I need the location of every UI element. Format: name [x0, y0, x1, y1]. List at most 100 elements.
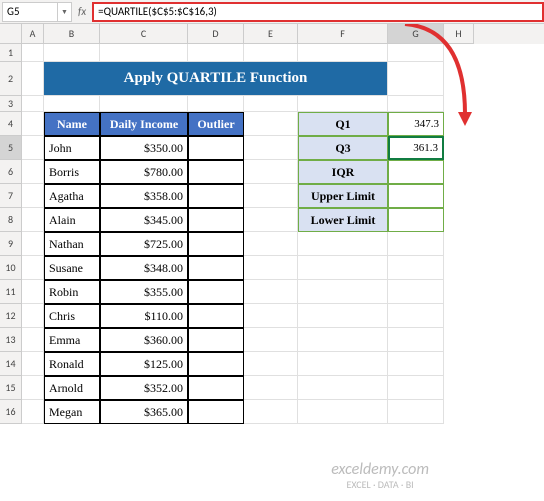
table-cell-income[interactable]: $110.00 — [100, 304, 188, 328]
table-cell-income[interactable]: $350.00 — [100, 136, 188, 160]
table-cell-outlier[interactable] — [188, 376, 244, 400]
cell[interactable] — [22, 112, 44, 136]
table-cell-income[interactable]: $348.00 — [100, 256, 188, 280]
col-header-h[interactable]: H — [444, 24, 474, 44]
cell[interactable] — [22, 208, 44, 232]
cell[interactable] — [298, 232, 388, 256]
table-cell-outlier[interactable] — [188, 256, 244, 280]
cell[interactable] — [22, 256, 44, 280]
cell[interactable] — [244, 328, 298, 352]
row-header-15[interactable]: 15 — [0, 376, 22, 400]
cell[interactable] — [22, 232, 44, 256]
table-cell-outlier[interactable] — [188, 328, 244, 352]
table-cell-name[interactable]: Agatha — [44, 184, 100, 208]
row-header-13[interactable]: 13 — [0, 328, 22, 352]
row-header-14[interactable]: 14 — [0, 352, 22, 376]
table-cell-name[interactable]: Robin — [44, 280, 100, 304]
cell[interactable] — [244, 232, 298, 256]
table-cell-income[interactable]: $355.00 — [100, 280, 188, 304]
cell[interactable] — [22, 352, 44, 376]
row-header-4[interactable]: 4 — [0, 112, 22, 136]
table-cell-outlier[interactable] — [188, 184, 244, 208]
cell[interactable] — [388, 376, 444, 400]
cell[interactable] — [388, 304, 444, 328]
cell[interactable] — [22, 136, 44, 160]
table-cell-name[interactable]: Megan — [44, 400, 100, 424]
table-cell-outlier[interactable] — [188, 304, 244, 328]
cell[interactable] — [298, 400, 388, 424]
cell[interactable] — [388, 328, 444, 352]
row-header-3[interactable]: 3 — [0, 96, 22, 112]
table-cell-name[interactable]: Emma — [44, 328, 100, 352]
cell[interactable] — [298, 304, 388, 328]
table-cell-income[interactable]: $345.00 — [100, 208, 188, 232]
calc-val-q1[interactable]: 347.3 — [388, 112, 444, 136]
cell[interactable] — [298, 280, 388, 304]
col-header-e[interactable]: E — [244, 24, 298, 44]
cell[interactable] — [244, 136, 298, 160]
cell[interactable] — [188, 96, 244, 112]
table-cell-income[interactable]: $780.00 — [100, 160, 188, 184]
table-header-outlier[interactable]: Outlier — [188, 112, 244, 136]
cell[interactable] — [22, 304, 44, 328]
cell[interactable] — [244, 304, 298, 328]
table-header-name[interactable]: Name — [44, 112, 100, 136]
row-header-8[interactable]: 8 — [0, 208, 22, 232]
table-cell-name[interactable]: Ronald — [44, 352, 100, 376]
calc-label-iqr[interactable]: IQR — [298, 160, 388, 184]
row-header-9[interactable]: 9 — [0, 232, 22, 256]
title-cell[interactable]: Apply QUARTILE Function — [44, 62, 388, 96]
table-cell-outlier[interactable] — [188, 280, 244, 304]
calc-label-lower[interactable]: Lower Limit — [298, 208, 388, 232]
calc-label-q3[interactable]: Q3 — [298, 136, 388, 160]
cell[interactable] — [388, 352, 444, 376]
table-cell-name[interactable]: Borris — [44, 160, 100, 184]
table-cell-outlier[interactable] — [188, 160, 244, 184]
cell[interactable] — [44, 44, 100, 62]
cell[interactable] — [100, 44, 188, 62]
row-header-16[interactable]: 16 — [0, 400, 22, 424]
name-box-dropdown-icon[interactable]: ▼ — [58, 2, 72, 22]
cell[interactable] — [244, 184, 298, 208]
cell[interactable] — [22, 400, 44, 424]
table-cell-income[interactable]: $725.00 — [100, 232, 188, 256]
cell[interactable] — [22, 160, 44, 184]
cell[interactable] — [22, 96, 44, 112]
cell[interactable] — [100, 96, 188, 112]
row-header-5[interactable]: 5 — [0, 136, 22, 160]
cell[interactable] — [22, 328, 44, 352]
col-header-c[interactable]: C — [100, 24, 188, 44]
calc-val-iqr[interactable] — [388, 160, 444, 184]
cell[interactable] — [44, 96, 100, 112]
cell[interactable] — [388, 62, 444, 96]
cell[interactable] — [188, 44, 244, 62]
table-cell-name[interactable]: Alain — [44, 208, 100, 232]
cell[interactable] — [244, 96, 298, 112]
table-cell-name[interactable]: John — [44, 136, 100, 160]
cell[interactable] — [388, 280, 444, 304]
col-header-g[interactable]: G — [388, 24, 444, 44]
table-cell-outlier[interactable] — [188, 232, 244, 256]
table-cell-outlier[interactable] — [188, 400, 244, 424]
table-cell-income[interactable]: $125.00 — [100, 352, 188, 376]
row-header-6[interactable]: 6 — [0, 160, 22, 184]
cell[interactable] — [244, 280, 298, 304]
cell[interactable] — [22, 280, 44, 304]
cell[interactable] — [244, 352, 298, 376]
cell[interactable] — [244, 376, 298, 400]
cell[interactable] — [388, 44, 444, 62]
row-header-12[interactable]: 12 — [0, 304, 22, 328]
formula-bar[interactable]: =QUARTILE($C$5:$C$16,3) — [92, 2, 544, 22]
calc-label-upper[interactable]: Upper Limit — [298, 184, 388, 208]
col-header-b[interactable]: B — [44, 24, 100, 44]
cell[interactable] — [244, 160, 298, 184]
col-header-a[interactable]: A — [22, 24, 44, 44]
cell[interactable] — [22, 376, 44, 400]
cell[interactable] — [298, 328, 388, 352]
calc-val-lower[interactable] — [388, 208, 444, 232]
cell[interactable] — [388, 232, 444, 256]
row-header-10[interactable]: 10 — [0, 256, 22, 280]
table-cell-income[interactable]: $365.00 — [100, 400, 188, 424]
cell[interactable] — [244, 400, 298, 424]
cell[interactable] — [244, 112, 298, 136]
